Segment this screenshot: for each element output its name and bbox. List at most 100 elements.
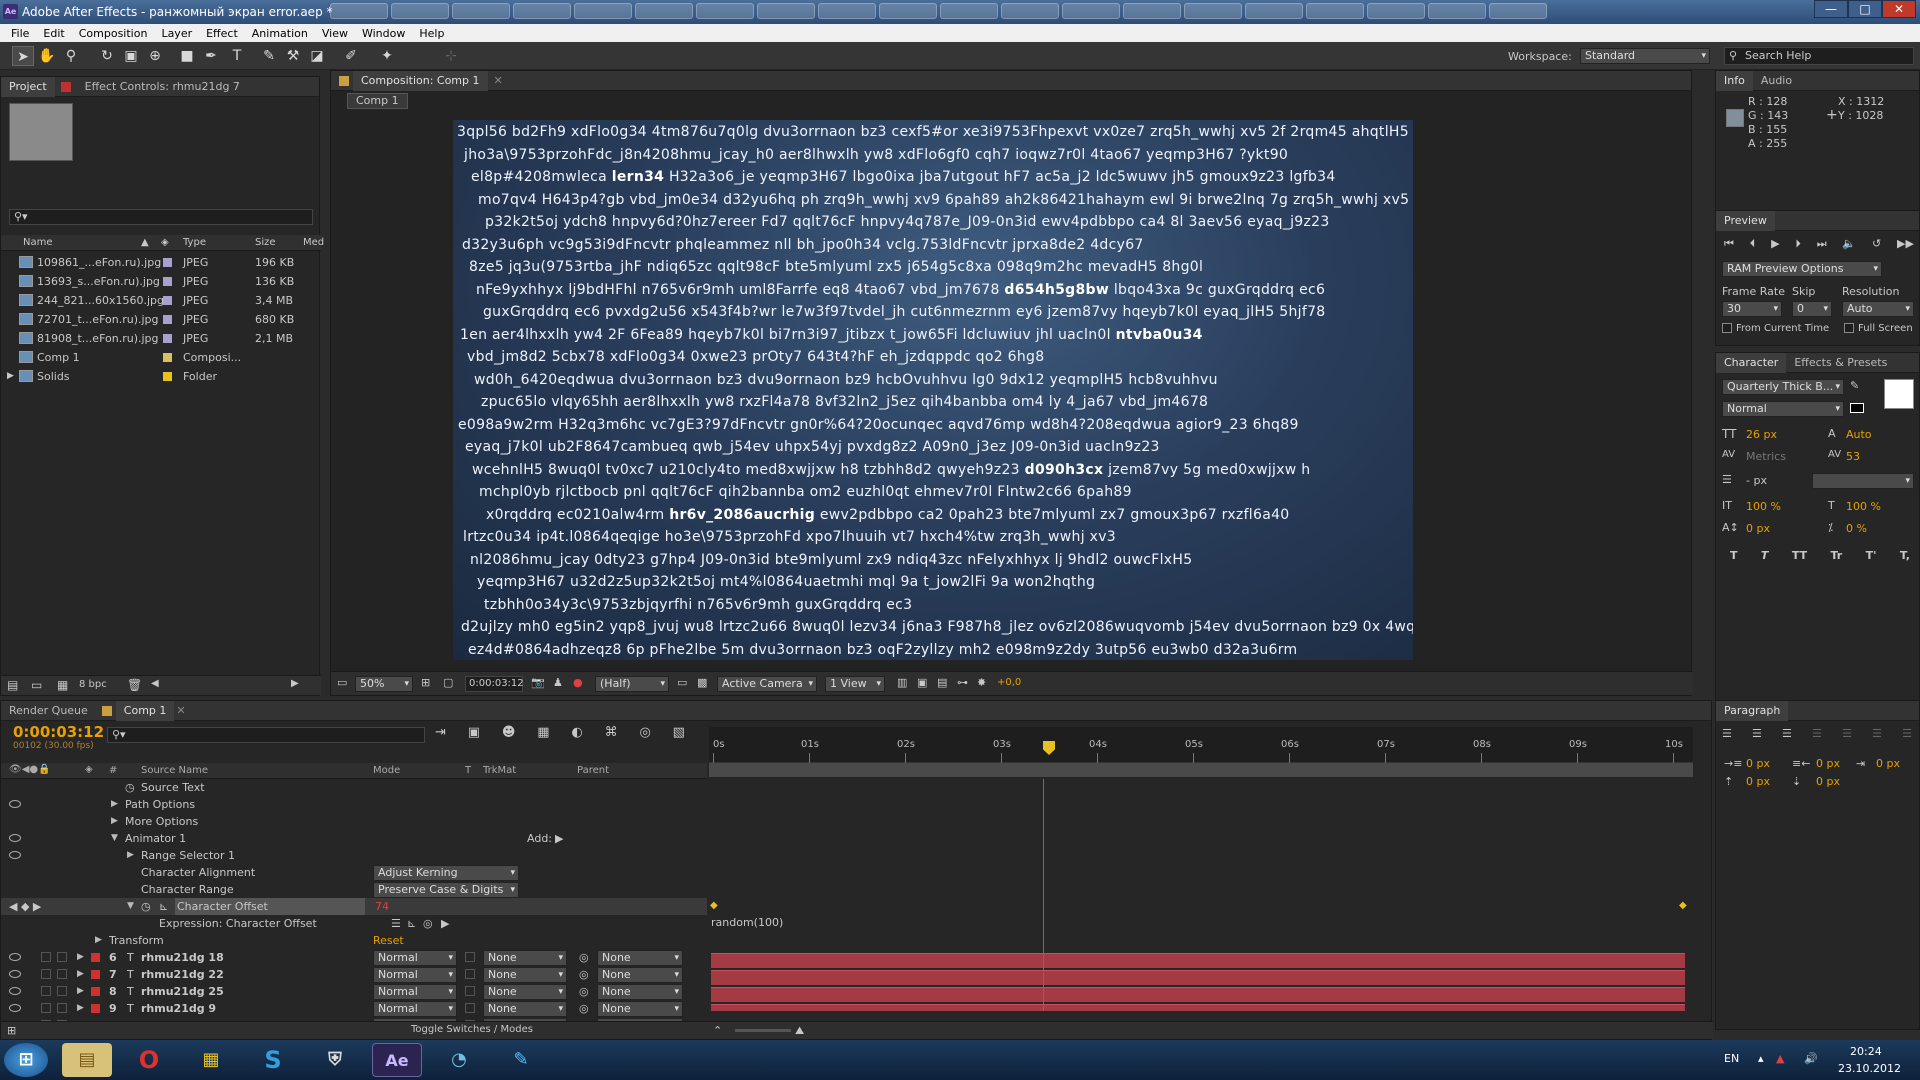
exposure-icon[interactable]: ✸ [977,676,986,689]
label-color-swatch[interactable] [163,277,172,286]
view-layout-dropdown[interactable]: 1 View [825,676,885,692]
fill-color-swatch[interactable] [1884,379,1914,409]
tab-comp-1[interactable]: Comp 1 [115,700,175,721]
workspace-dropdown[interactable]: Standard [1580,48,1710,64]
mute-audio-icon[interactable]: 🔈 [1842,237,1856,253]
camera-tool-icon[interactable]: ▣ [120,46,142,66]
black-swatch[interactable] [1850,403,1864,413]
pen-tool-icon[interactable]: ✒ [200,46,222,66]
toggle-switches-modes-button[interactable]: Toggle Switches / Modes [411,1024,533,1035]
lock-toggle[interactable] [57,1003,67,1013]
parent-pickwhip-icon[interactable]: ◎ [579,949,589,966]
interpret-footage-icon[interactable]: ▤ [7,678,18,692]
parent-dropdown[interactable]: None [597,950,683,966]
project-item[interactable]: 81908_t...eFon.ru).jpg JPEG 2,1 MB [1,329,321,348]
layer-name[interactable]: rhmu21dg 22 [141,966,224,983]
new-folder-icon[interactable]: ▭ [31,678,42,692]
tab-character[interactable]: Character [1716,352,1787,373]
all-caps-button[interactable]: TT [1792,549,1807,562]
horizontal-scale-value[interactable]: 100 % [1846,500,1881,513]
graph-icon[interactable]: ⊾ [159,898,168,915]
space-before-value[interactable]: 0 px [1746,775,1770,788]
volume-icon[interactable]: 🔊 [1804,1052,1818,1065]
comp-mini-flowchart-icon[interactable]: ⇥ [435,725,446,745]
track-matte-dropdown[interactable]: None [483,1001,567,1017]
tray-arrow-icon[interactable]: ▴ [1758,1052,1764,1065]
indent-first-value[interactable]: 0 px [1876,757,1900,770]
eyedropper-icon[interactable]: ✎ [1850,379,1859,392]
font-family-dropdown[interactable]: Quarterly Thick B... [1722,379,1844,395]
solo-toggle[interactable] [41,1003,51,1013]
layer-bar-6[interactable] [711,953,1685,968]
label-color-swatch[interactable] [163,372,172,381]
leading-value[interactable]: Auto [1846,428,1872,441]
tab-composition[interactable]: Composition: Comp 1 [353,70,488,91]
axis-mode-icon[interactable]: ⊹ [440,46,462,66]
menu-window[interactable]: Window [355,27,412,40]
ram-preview-icon[interactable]: ▶▶ [1897,237,1914,253]
layer-mode-dropdown[interactable]: Normal [373,984,457,1000]
scroll-right-icon[interactable]: ▶ [291,678,299,689]
timeline-icon[interactable]: ▤ [937,676,947,689]
timeline-track-area[interactable]: ◆ ◆ random(100) [709,779,1693,1011]
tab-render-queue[interactable]: Render Queue [1,701,96,721]
layer-label-color[interactable] [91,1004,100,1013]
scroll-left-icon[interactable]: ◀ [151,678,159,689]
baseline-shift-value[interactable]: 0 px [1746,522,1770,535]
close-tab-icon[interactable]: ✕ [494,74,503,87]
collapse-arrow-icon[interactable]: ▼ [111,830,118,847]
column-size[interactable]: Size [255,237,276,248]
indent-right-value[interactable]: 0 px [1816,757,1840,770]
transparency-grid-icon[interactable]: ▩ [697,676,707,689]
column-source-name[interactable]: Source Name [141,765,208,776]
toggle-pixel-aspect-icon[interactable]: ▥ [897,676,907,689]
font-size-value[interactable]: 26 px [1746,428,1777,441]
start-button[interactable]: ⊞ [4,1043,48,1077]
track-matte-dropdown[interactable]: None [483,950,567,966]
zoom-in-icon[interactable]: ⛰ [795,1024,804,1038]
column-med[interactable]: Med [303,237,324,248]
next-frame-icon[interactable]: ⏵ [1795,237,1801,253]
solo-toggle[interactable] [41,952,51,962]
type-tool-icon[interactable]: T [226,46,248,66]
world-of-tanks-icon[interactable]: ⛨ [310,1043,360,1077]
time-ruler[interactable]: 0s 01s 02s 03s 04s 05s 06s 07s 08s 09s 10s [709,727,1693,763]
hand-tool-icon[interactable]: ✋ [36,46,58,66]
render-time-icon[interactable]: ⊞ [7,1024,16,1037]
expand-arrow-icon[interactable]: ▶ [111,796,118,813]
justify-all-icon[interactable]: ☰ [1902,727,1912,740]
preserve-transparency-toggle[interactable] [465,1003,475,1013]
menu-composition[interactable]: Composition [72,27,155,40]
project-search-input[interactable]: ⚲▾ [9,209,313,225]
menu-file[interactable]: File [4,27,36,40]
close-button[interactable]: ✕ [1882,0,1916,18]
small-caps-button[interactable]: Tr [1830,549,1842,562]
pen-app-icon[interactable]: ✎ [496,1043,546,1077]
tracking-value[interactable]: 53 [1846,450,1860,463]
layer-label-color[interactable] [91,953,100,962]
stroke-type-dropdown[interactable] [1812,473,1914,489]
align-center-icon[interactable]: ☰ [1752,727,1762,740]
layer-name[interactable]: rhmu21dg 25 [141,983,224,1000]
eraser-tool-icon[interactable]: ◪ [306,46,328,66]
language-indicator[interactable]: EN [1724,1052,1739,1065]
project-item[interactable]: 109861_...eFon.ru).jpg JPEG 196 KB [1,253,321,272]
solo-toggle[interactable] [41,969,51,979]
menu-view[interactable]: View [315,27,355,40]
trash-icon[interactable]: 🗑 [127,678,142,692]
preserve-transparency-toggle[interactable] [465,986,475,996]
column-name[interactable]: Name [23,237,53,248]
column-trkmat[interactable]: TrkMat [483,765,516,776]
skype-icon[interactable]: S [248,1043,298,1077]
effect-controls-lock-icon[interactable] [60,81,71,92]
align-right-icon[interactable]: ☰ [1782,727,1792,740]
label-color-swatch[interactable] [163,258,172,267]
eye-icon[interactable] [9,800,21,808]
expand-arrow-icon[interactable]: ▶ [127,847,134,864]
parent-dropdown[interactable]: None [597,984,683,1000]
add-property-icon[interactable]: ▶ [555,830,563,847]
layer-bar-7[interactable] [711,970,1685,985]
rectangle-tool-icon[interactable]: ■ [176,46,198,66]
keyframe-end-icon[interactable]: ◆ [1679,900,1687,911]
justify-left-icon[interactable]: ☰ [1812,727,1822,740]
